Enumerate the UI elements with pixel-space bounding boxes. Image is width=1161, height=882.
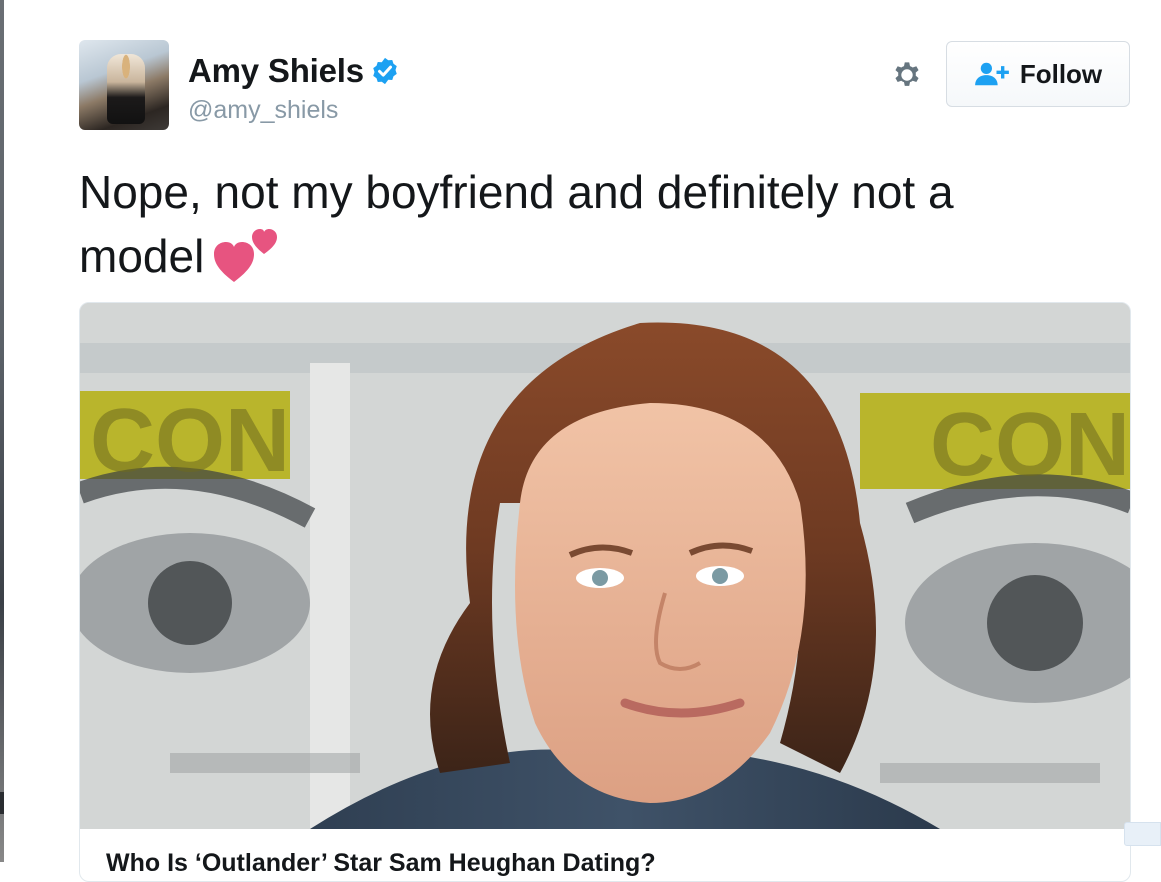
verified-badge-icon [373,57,397,85]
backdrop-text-right: CON [930,395,1130,495]
link-card[interactable]: CON CON Who Is ‘Outlander’ Star Sam Heug… [79,302,1131,882]
tweet-text: Nope, not my boyfriend and definitely no… [79,160,1079,288]
user-avatar[interactable] [79,40,169,130]
card-title[interactable]: Who Is ‘Outlander’ Star Sam Heughan Dati… [106,849,656,878]
tweet-text-body: Nope, not my boyfriend and definitely no… [79,166,954,282]
follow-button[interactable]: Follow [946,41,1130,107]
two-hearts-emoji [214,229,278,282]
window-edge-mark [0,792,4,814]
gear-icon[interactable] [888,56,926,94]
corner-badge [1124,822,1161,846]
backdrop-text-left: CON [90,391,290,491]
follow-button-label: Follow [1019,58,1103,89]
author-name-row: Amy Shiels [188,52,400,90]
window-edge [0,0,4,862]
add-user-icon [974,62,1009,86]
user-handle[interactable]: @amy_shiels [188,96,338,125]
display-name[interactable]: Amy Shiels [188,52,364,90]
avatar-figure [107,54,145,124]
card-image: CON CON [80,303,1130,829]
tweet: Amy Shiels @amy_shiels Follow Nope, not … [79,40,1131,882]
